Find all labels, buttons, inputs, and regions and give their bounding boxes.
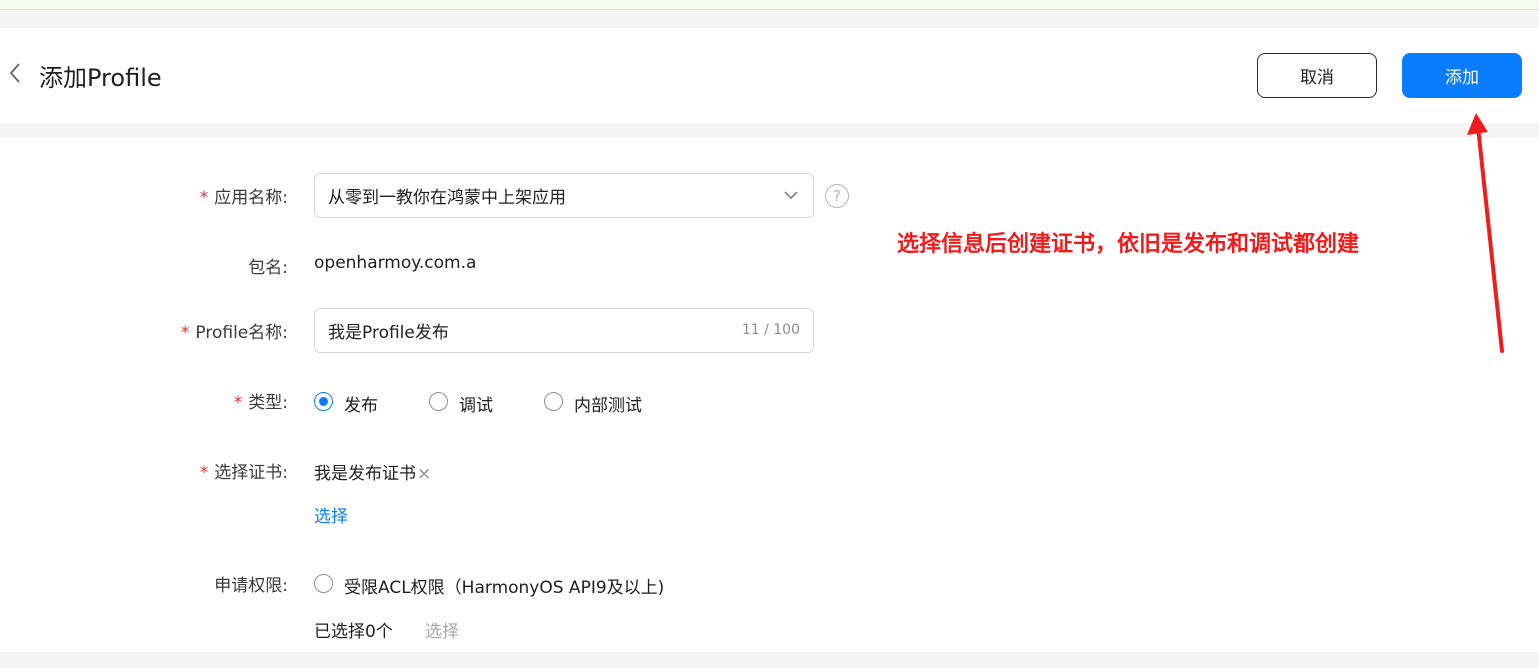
chevron-left-icon[interactable] xyxy=(6,61,24,85)
page-header: 添加Profile 取消 添加 xyxy=(0,28,1539,123)
select-permission-link[interactable]: 选择 xyxy=(425,617,459,642)
selected-count: 已选择0个 xyxy=(314,622,393,642)
app-name-label: * 应用名称: xyxy=(199,188,288,208)
add-button[interactable]: 添加 xyxy=(1402,53,1522,98)
package-value: openharmoy.com.a xyxy=(314,253,477,273)
selected-certificate: 我是发布证书× xyxy=(314,464,432,484)
char-counter: 11 / 100 xyxy=(741,322,800,338)
type-radio-internal-test[interactable] xyxy=(544,392,563,411)
cancel-button[interactable]: 取消 xyxy=(1257,53,1377,98)
profile-name-label: * Profile名称: xyxy=(180,323,288,343)
close-icon[interactable]: × xyxy=(417,464,431,484)
type-option-internal-test-label: 内部测试 xyxy=(574,396,642,416)
required-mark: * xyxy=(199,188,209,208)
permissions-label: 申请权限: xyxy=(214,576,288,596)
app-name-value: 从零到一教你在鸿蒙中上架应用 xyxy=(328,188,566,208)
package-label: 包名: xyxy=(248,258,288,278)
top-strip xyxy=(0,0,1539,10)
required-mark: * xyxy=(180,323,190,343)
chevron-down-icon xyxy=(784,191,798,200)
required-mark: * xyxy=(199,463,209,483)
required-mark: * xyxy=(233,393,243,413)
type-option-debug-label: 调试 xyxy=(459,396,493,416)
help-circle-icon[interactable]: ? xyxy=(825,184,849,208)
page-title: 添加Profile xyxy=(39,64,162,92)
type-label: * 类型: xyxy=(233,393,288,413)
certificate-label: * 选择证书: xyxy=(199,463,288,483)
red-arrow xyxy=(1467,113,1504,353)
type-radio-debug[interactable] xyxy=(429,392,448,411)
annotation-text: 选择信息后创建证书，依旧是发布和调试都创建 xyxy=(897,232,1360,257)
app-name-select[interactable]: 从零到一教你在鸿蒙中上架应用 xyxy=(314,173,814,218)
type-radio-release[interactable] xyxy=(314,392,333,411)
profile-name-input[interactable]: 我是Profile发布 11 / 100 xyxy=(314,308,814,353)
select-certificate-link[interactable]: 选择 xyxy=(314,502,348,527)
acl-permission-label: 受限ACL权限（HarmonyOS API9及以上) xyxy=(344,578,665,598)
type-option-release-label: 发布 xyxy=(344,396,378,416)
form-area: * 应用名称: 从零到一教你在鸿蒙中上架应用 ? 包名: openharmoy.c… xyxy=(0,138,1539,652)
acl-permission-radio[interactable] xyxy=(314,574,333,593)
profile-name-value: 我是Profile发布 xyxy=(328,323,449,343)
